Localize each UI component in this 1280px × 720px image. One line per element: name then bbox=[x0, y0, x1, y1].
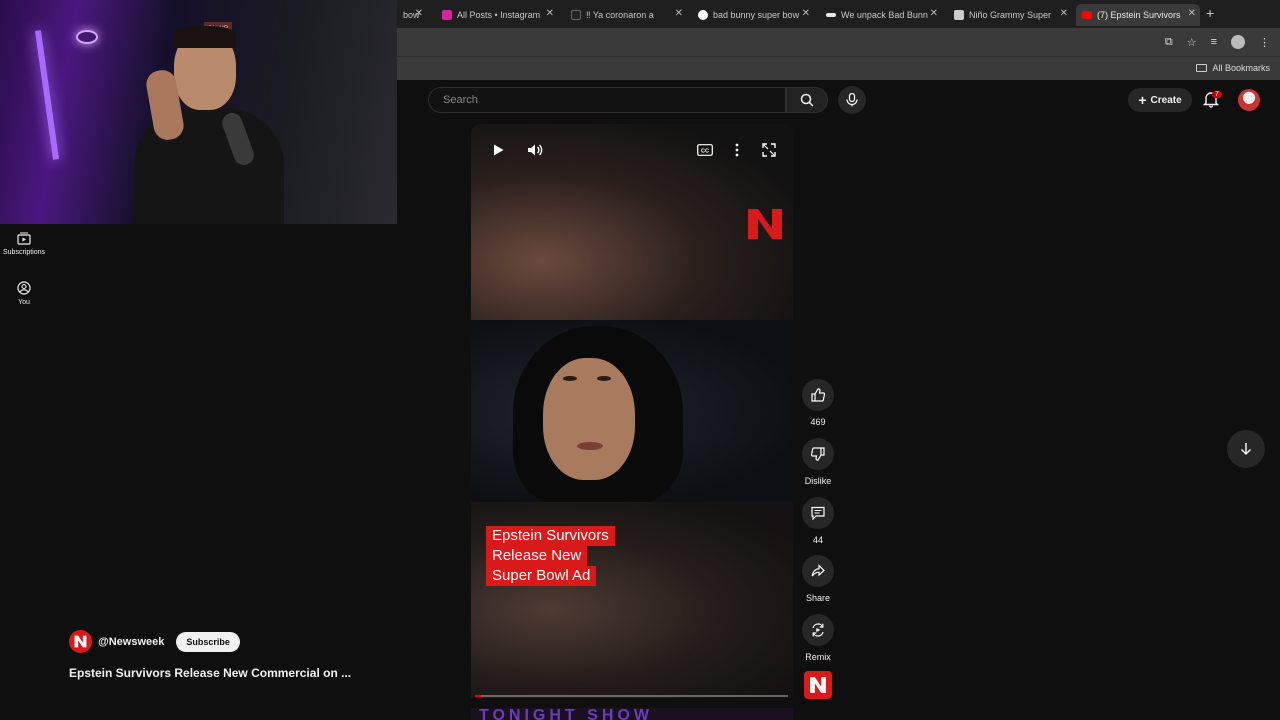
close-tab-icon[interactable]: ✕ bbox=[930, 8, 938, 19]
install-app-icon[interactable]: ⧉ bbox=[1165, 36, 1173, 49]
close-tab-icon[interactable]: ✕ bbox=[415, 8, 423, 19]
like-action: 469 bbox=[801, 379, 835, 427]
channel-info: @Newsweek Subscribe bbox=[69, 630, 240, 653]
webcam-overlay: ON AIR bbox=[0, 0, 397, 224]
neon-sign bbox=[76, 30, 98, 44]
tiktok-icon bbox=[571, 10, 581, 20]
play-button[interactable] bbox=[488, 140, 508, 160]
plus-icon: + bbox=[1138, 92, 1147, 108]
thumbs-up-icon bbox=[811, 388, 825, 402]
browser-tab[interactable]: bow ✕ bbox=[397, 4, 427, 26]
fullscreen-icon bbox=[762, 143, 776, 157]
next-video-button[interactable] bbox=[1227, 430, 1265, 468]
dislike-button[interactable] bbox=[802, 438, 834, 470]
remix-label: Remix bbox=[805, 652, 831, 662]
tab-search-icon[interactable]: ≡ bbox=[1211, 36, 1217, 48]
progress-fill bbox=[475, 695, 482, 697]
instagram-icon bbox=[442, 10, 452, 20]
browser-tab[interactable]: ‼ Ya coronaron a ✕ bbox=[565, 4, 687, 26]
user-circle-icon bbox=[17, 281, 31, 295]
thumbs-down-icon bbox=[811, 447, 825, 461]
search-icon bbox=[800, 93, 814, 107]
channel-logo-button[interactable] bbox=[804, 671, 832, 699]
notification-count-badge: 7 bbox=[1212, 91, 1222, 98]
volume-button[interactable] bbox=[525, 140, 545, 160]
close-tab-icon[interactable]: ✕ bbox=[546, 8, 554, 19]
profile-avatar[interactable] bbox=[1231, 35, 1245, 49]
close-tab-icon[interactable]: ✕ bbox=[675, 8, 683, 19]
arrow-down-icon bbox=[1241, 443, 1251, 455]
comments-action: 44 bbox=[801, 497, 835, 545]
share-label: Share bbox=[805, 593, 831, 603]
volume-icon bbox=[528, 144, 543, 156]
svg-text:CC: CC bbox=[701, 148, 709, 154]
newsweek-n-icon bbox=[810, 677, 826, 693]
like-count: 469 bbox=[810, 417, 826, 427]
captions-button[interactable]: CC bbox=[696, 142, 714, 158]
new-tab-button[interactable]: + bbox=[1206, 5, 1214, 21]
browser-tab[interactable]: Niño Grammy Super ✕ bbox=[948, 4, 1072, 26]
comment-icon bbox=[811, 506, 825, 520]
channel-avatar[interactable] bbox=[69, 630, 92, 653]
video-frame-woman bbox=[471, 320, 793, 506]
account-avatar[interactable] bbox=[1238, 89, 1260, 111]
site-icon bbox=[826, 13, 836, 17]
caption-line: Release New bbox=[486, 546, 588, 566]
dislike-label: Dislike bbox=[804, 476, 832, 486]
remix-button[interactable] bbox=[802, 614, 834, 646]
caption-line: Epstein Survivors bbox=[486, 526, 615, 546]
voice-search-button[interactable] bbox=[838, 86, 866, 114]
close-tab-icon[interactable]: ✕ bbox=[1060, 8, 1068, 19]
sidebar-item-you[interactable]: You bbox=[0, 281, 48, 306]
more-options-button[interactable] bbox=[729, 141, 745, 159]
share-button[interactable] bbox=[802, 555, 834, 587]
share-icon bbox=[811, 564, 825, 577]
bookmark-star-icon[interactable]: ☆ bbox=[1187, 36, 1197, 49]
close-tab-icon[interactable]: ✕ bbox=[1188, 8, 1196, 19]
video-title[interactable]: Epstein Survivors Release New Commercial… bbox=[69, 666, 351, 680]
caption-line: Super Bowl Ad bbox=[486, 566, 597, 586]
create-button[interactable]: + Create bbox=[1128, 88, 1192, 112]
remix-icon bbox=[812, 623, 824, 637]
comments-button[interactable] bbox=[802, 497, 834, 529]
search-button[interactable] bbox=[786, 87, 828, 113]
play-icon bbox=[494, 144, 504, 156]
menu-icon[interactable]: ⋮ bbox=[1259, 36, 1270, 49]
toolbar-icons: ⧉ ☆ ≡ ⋮ bbox=[1165, 35, 1270, 49]
more-vertical-icon bbox=[735, 143, 739, 157]
channel-handle[interactable]: @Newsweek bbox=[98, 636, 164, 648]
comment-count: 44 bbox=[812, 535, 823, 545]
remix-action: Remix bbox=[801, 614, 835, 662]
subscribe-button[interactable]: Subscribe bbox=[176, 631, 240, 652]
video-caption: Epstein Survivors Release New Super Bowl… bbox=[486, 526, 615, 586]
like-button[interactable] bbox=[802, 379, 834, 411]
subscriptions-icon bbox=[17, 232, 31, 245]
newsweek-n-icon bbox=[74, 635, 87, 648]
site-icon bbox=[954, 10, 964, 20]
close-tab-icon[interactable]: ✕ bbox=[802, 8, 810, 19]
fullscreen-button[interactable] bbox=[760, 141, 778, 159]
all-bookmarks-button[interactable]: All Bookmarks bbox=[1196, 63, 1270, 73]
newsweek-logo bbox=[746, 205, 784, 243]
next-short-preview[interactable]: TONIGHT SHOW bbox=[471, 708, 793, 720]
browser-tab[interactable]: All Posts • Instagram ✕ bbox=[436, 4, 558, 26]
closed-captions-icon: CC bbox=[697, 144, 713, 156]
browser-tab-active[interactable]: (7) Epstein Survivors ✕ bbox=[1076, 4, 1200, 26]
google-icon bbox=[698, 10, 708, 20]
neon-light bbox=[34, 30, 60, 160]
share-action: Share bbox=[801, 555, 835, 603]
browser-tab[interactable]: bad bunny super bow ✕ bbox=[692, 4, 814, 26]
folder-icon bbox=[1196, 64, 1208, 72]
youtube-icon bbox=[1082, 11, 1092, 19]
microphone-icon bbox=[846, 93, 858, 107]
browser-tab[interactable]: We unpack Bad Bunn ✕ bbox=[820, 4, 942, 26]
sidebar-item-subscriptions[interactable]: Subscriptions bbox=[0, 232, 48, 256]
video-progress-bar[interactable] bbox=[475, 695, 788, 697]
search-input[interactable]: Search bbox=[428, 87, 786, 113]
short-video-player[interactable] bbox=[471, 124, 793, 698]
dislike-action: Dislike bbox=[801, 438, 835, 486]
newsweek-n-icon bbox=[748, 209, 782, 239]
